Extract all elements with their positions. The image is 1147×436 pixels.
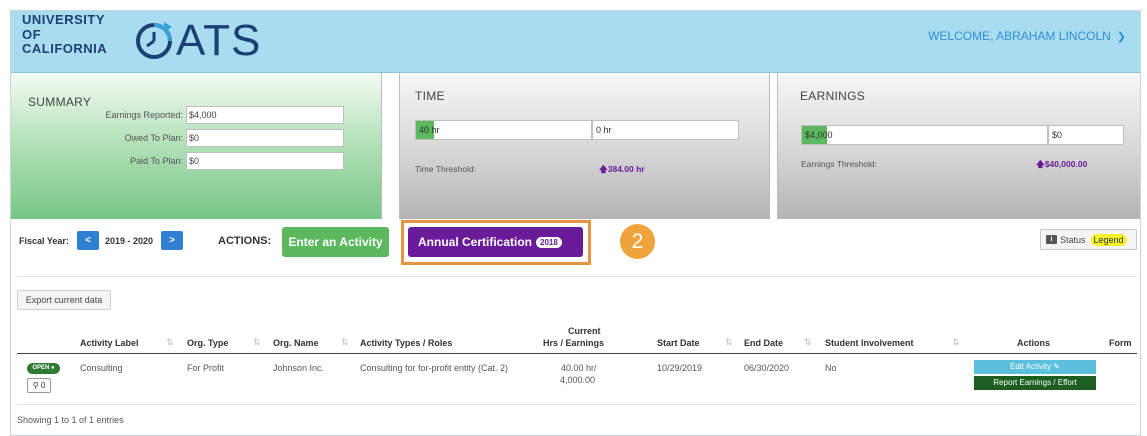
actions-label: ACTIONS: <box>218 235 272 247</box>
summary-row: Paid To Plan: $0 <box>76 152 344 170</box>
cell-earnings: 4,000.00 <box>560 375 596 385</box>
col-activity-label[interactable]: Activity Label <box>80 338 139 348</box>
summary-panel: SUMMARY Earnings Reported: $4,000 Owed T… <box>11 73 382 219</box>
paid-to-plan-field: $0 <box>186 152 344 170</box>
report-earnings-button[interactable]: Report Earnings / Effort <box>974 376 1096 390</box>
cell-end-date: 06/30/2020 <box>744 363 790 373</box>
time-threshold-value: 🡅384.00 hr <box>599 164 645 174</box>
time-remaining-value: 0 hr <box>596 125 612 135</box>
table-header-rule <box>17 353 1137 354</box>
uc-logo-line-3: CALIFORNIA <box>22 41 108 56</box>
earnings-threshold-label: Earnings Threshold: <box>801 159 877 169</box>
earnings-used-bar: $4,000 <box>801 125 1048 145</box>
row-divider <box>17 404 1137 405</box>
user-menu[interactable]: WELCOME, ABRAHAM LINCOLN ❯ <box>928 29 1126 43</box>
time-used-bar: 40 hr <box>415 120 592 140</box>
status-legend-button[interactable]: i Status Legend <box>1040 229 1137 250</box>
next-year-button[interactable]: > <box>161 231 183 250</box>
uc-logo: UNIVERSITY OF CALIFORNIA <box>22 12 108 57</box>
legend-badge: Legend <box>1090 233 1127 246</box>
info-icon: i <box>1046 235 1057 244</box>
summary-row: Owed To Plan: $0 <box>76 129 344 147</box>
status-badge[interactable]: OPEN ● <box>27 363 60 374</box>
cell-student-involvement: No <box>825 363 837 373</box>
oats-app-window: UNIVERSITY OF CALIFORNIA ATS WELCOME, AB… <box>10 10 1141 436</box>
enter-activity-button[interactable]: Enter an Activity <box>282 227 389 257</box>
earnings-title: EARNINGS <box>800 89 866 103</box>
sort-icon[interactable]: ⇅ <box>253 337 261 348</box>
earnings-reported-field: $4,000 <box>186 106 344 124</box>
cell-activity-label: Consulting <box>80 363 123 373</box>
overview-panels: SUMMARY Earnings Reported: $4,000 Owed T… <box>11 73 1140 219</box>
owed-to-plan-label: Owed To Plan: <box>124 133 183 143</box>
sort-icon[interactable]: ⇅ <box>341 337 349 348</box>
cell-start-date: 10/29/2019 <box>657 363 703 373</box>
col-actions: Actions <box>1017 338 1051 348</box>
export-data-button[interactable]: Export current data <box>17 290 111 310</box>
arrow-up-icon: 🡅 <box>599 164 608 174</box>
col-current-hrs-earnings[interactable]: Hrs / Earnings <box>543 338 604 348</box>
divider <box>17 276 1137 277</box>
oats-logo: ATS <box>134 15 261 67</box>
time-title: TIME <box>415 89 445 103</box>
col-start-date[interactable]: Start Date <box>657 338 700 348</box>
time-remaining-bar: 0 hr <box>592 120 739 140</box>
owed-to-plan-field: $0 <box>186 129 344 147</box>
col-org-name[interactable]: Org. Name <box>273 338 319 348</box>
col-activity-types[interactable]: Activity Types / Roles <box>360 338 452 348</box>
chevron-down-icon: ❯ <box>1116 30 1126 43</box>
time-threshold-label: Time Threshold: <box>415 164 476 174</box>
sort-icon[interactable]: ⇅ <box>725 337 733 348</box>
annual-certification-label: Annual Certification <box>418 235 533 249</box>
earnings-threshold-value: 🡅$40,000.00 <box>1036 159 1088 169</box>
uc-logo-line-2: OF <box>22 26 42 42</box>
time-used-value: 40 hr <box>419 125 440 135</box>
col-end-date[interactable]: End Date <box>744 338 783 348</box>
fiscal-year-label: Fiscal Year: <box>19 236 69 246</box>
paid-to-plan-label: Paid To Plan: <box>130 156 183 166</box>
app-name: ATS <box>176 16 262 65</box>
summary-row: Earnings Reported: $4,000 <box>76 106 344 124</box>
sort-icon[interactable]: ⇅ <box>952 337 960 348</box>
prev-year-button[interactable]: < <box>77 231 99 250</box>
cell-org-name: Johnson Inc. <box>273 363 325 373</box>
uc-logo-line-1: UNIVERSITY <box>22 12 106 27</box>
edit-activity-button[interactable]: Edit Activity ✎ <box>974 360 1096 374</box>
annual-certification-button[interactable]: Annual Certification 2018 <box>408 227 583 257</box>
clock-arrow-icon <box>136 22 172 59</box>
time-panel: TIME 40 hr 0 hr Time Threshold: 🡅384.00 … <box>399 73 770 219</box>
cell-org-type: For Profit <box>187 363 225 373</box>
sort-icon[interactable]: ⇅ <box>166 337 174 348</box>
certification-year-badge: 2018 <box>536 237 562 248</box>
col-form: Form <box>1109 338 1132 348</box>
earnings-reported-label: Earnings Reported: <box>105 110 183 120</box>
earnings-used-value: $4,000 <box>805 130 833 140</box>
arrow-up-icon: 🡅 <box>1036 159 1045 169</box>
tag-icon: ⚲ <box>32 381 39 390</box>
app-header: UNIVERSITY OF CALIFORNIA ATS WELCOME, AB… <box>11 11 1140 73</box>
status-label: Status <box>1060 234 1086 245</box>
welcome-text: WELCOME, ABRAHAM LINCOLN <box>928 29 1111 43</box>
earnings-panel: EARNINGS $4,000 $0 Earnings Threshold: 🡅… <box>777 73 1140 219</box>
sort-icon[interactable]: ⇅ <box>804 337 812 348</box>
col-org-type[interactable]: Org. Type <box>187 338 228 348</box>
col-current-line1: Current <box>568 326 601 336</box>
earnings-remaining-value: $0 <box>1052 130 1063 140</box>
col-student-involvement[interactable]: Student Involvement <box>825 338 914 348</box>
table-info: Showing 1 to 1 of 1 entries <box>17 415 124 425</box>
earnings-remaining-bar: $0 <box>1048 125 1124 145</box>
tag-count-button[interactable]: ⚲ 0 <box>27 378 51 393</box>
cell-activity-type: Consulting for for-profit entity (Cat. 2… <box>360 363 509 373</box>
step-number-callout: 2 <box>620 224 655 259</box>
cell-hours: 40.00 hr/ <box>561 363 597 373</box>
fiscal-year-value: 2019 - 2020 <box>105 236 154 246</box>
pencil-icon: ✎ <box>1053 362 1060 371</box>
